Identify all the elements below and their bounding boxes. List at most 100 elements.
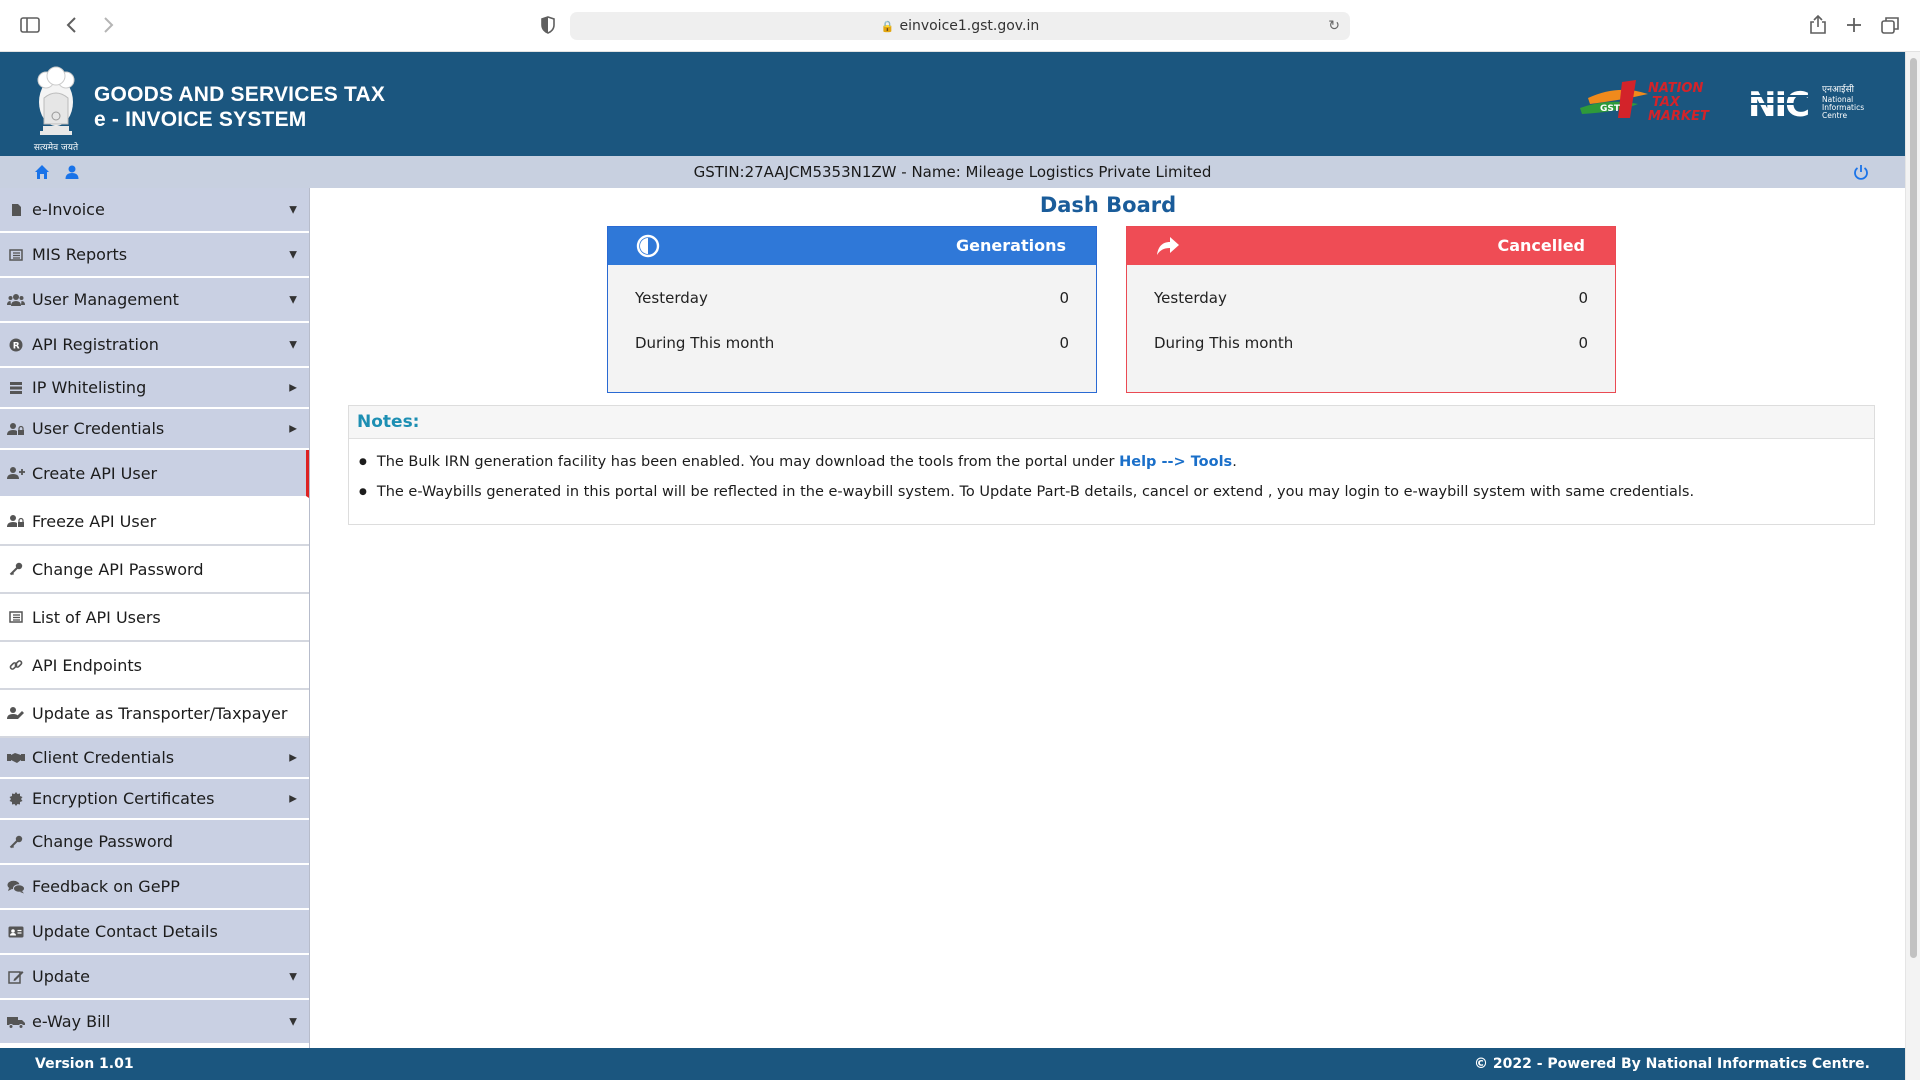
- reload-icon[interactable]: ↻: [1328, 12, 1340, 40]
- sidebar-item-freeze-api-user[interactable]: Freeze API User: [0, 498, 309, 546]
- dashboard-main: Dash Board Generations Yesterday 0 Durin…: [311, 188, 1905, 1048]
- handshake-icon: [6, 750, 26, 766]
- key-icon: [6, 561, 26, 577]
- link-icon: [6, 657, 26, 673]
- sidebar-item-label: Update: [32, 967, 90, 986]
- sidebar-item-update-as-transporter-taxpayer[interactable]: Update as Transporter/Taxpayer: [0, 690, 309, 738]
- tab-overview-icon[interactable]: [1878, 14, 1902, 38]
- server-icon: [6, 380, 26, 396]
- new-tab-icon[interactable]: [1842, 14, 1866, 38]
- sidebar-item-e-way-bill[interactable]: e-Way Bill ▼: [0, 1000, 309, 1045]
- generations-yesterday-value: 0: [1059, 289, 1069, 307]
- caret-down-icon: ▼: [289, 294, 297, 305]
- certificate-icon: [6, 791, 26, 807]
- scrollbar-thumb[interactable]: [1910, 58, 1917, 958]
- sidebar-item-api-registration[interactable]: R API Registration ▼: [0, 323, 309, 368]
- sidebar-item-label: e-Way Bill: [32, 1012, 111, 1031]
- user-lock-icon: [6, 421, 26, 437]
- cancelled-month-value: 0: [1578, 334, 1588, 352]
- privacy-shield-icon[interactable]: [536, 14, 560, 38]
- truck-icon: [6, 1014, 26, 1030]
- page-scrollbar[interactable]: [1905, 52, 1920, 1080]
- site-footer: Version 1.01 © 2022 - Powered By Nationa…: [0, 1048, 1905, 1080]
- user-lock-icon: [6, 513, 26, 529]
- notes-panel: Notes: The Bulk IRN generation facility …: [348, 405, 1875, 525]
- gstin-label: GSTIN:27AAJCM5353N1ZW - Name: Mileage Lo…: [693, 163, 1212, 181]
- sidebar-item-mis-reports[interactable]: MIS Reports ▼: [0, 233, 309, 278]
- forward-icon[interactable]: [96, 14, 120, 38]
- sidebar-item-change-password[interactable]: Change Password: [0, 820, 309, 865]
- generations-title: Generations: [956, 236, 1066, 255]
- share-icon[interactable]: [1806, 14, 1830, 38]
- site-header: सत्यमेव जयते GOODS AND SERVICES TAX e - …: [0, 52, 1905, 156]
- svg-text:NATION: NATION: [1648, 81, 1703, 96]
- sidebar-item-label: IP Whitelisting: [32, 378, 147, 397]
- cancelled-yesterday-value: 0: [1578, 289, 1588, 307]
- nic-logo: NIC एनआईसी National Informatics Centre: [1748, 82, 1868, 125]
- sidebar-item-label: MIS Reports: [32, 245, 128, 264]
- sidebar-item-label: List of API Users: [32, 607, 161, 627]
- generations-month-label: During This month: [635, 334, 775, 352]
- sidebar-item-label: Change API Password: [32, 559, 204, 579]
- sidebar-item-ip-whitelisting[interactable]: IP Whitelisting ▶: [0, 368, 309, 409]
- cancelled-card: Cancelled Yesterday 0 During This month …: [1126, 226, 1616, 393]
- caret-down-icon: ▼: [289, 339, 297, 350]
- id-card-icon: [6, 924, 26, 940]
- generations-month-row: During This month 0: [635, 334, 1069, 352]
- comments-icon: [6, 879, 26, 895]
- one-nation-one-tax-logo: GST NATION TAX MARKET: [1578, 78, 1734, 124]
- cancelled-month-label: During This month: [1154, 334, 1294, 352]
- key-icon: [6, 834, 26, 850]
- cancelled-yesterday-label: Yesterday: [1154, 289, 1227, 307]
- address-bar[interactable]: 🔒 einvoice1.gst.gov.in ↻: [570, 12, 1350, 40]
- sidebar-item-label: Encryption Certificates: [32, 789, 215, 808]
- file-icon: [6, 202, 26, 218]
- sidebar-item-user-management[interactable]: User Management ▼: [0, 278, 309, 323]
- generations-yesterday-row: Yesterday 0: [635, 289, 1069, 307]
- note1-text: The Bulk IRN generation facility has bee…: [376, 454, 1120, 470]
- svg-text:TAX: TAX: [1652, 95, 1681, 110]
- sidebar-item-encryption-certificates[interactable]: Encryption Certificates ▶: [0, 779, 309, 820]
- sidebar-item-feedback-on-gepp[interactable]: Feedback on GePP: [0, 865, 309, 910]
- sidebar-item-label: User Management: [32, 290, 179, 309]
- cancelled-month-row: During This month 0: [1154, 334, 1588, 352]
- url-text: einvoice1.gst.gov.in: [899, 18, 1040, 34]
- user-edit-icon: [6, 705, 26, 721]
- note2-text: The e-Waybills generated in this portal …: [376, 484, 1695, 500]
- list-icon: [6, 247, 26, 263]
- sidebar-item-e-invoice[interactable]: e-Invoice ▼: [0, 188, 309, 233]
- sidebar-item-user-credentials[interactable]: User Credentials ▶: [0, 409, 309, 450]
- user-info-bar: GSTIN:27AAJCM5353N1ZW - Name: Mileage Lo…: [0, 156, 1905, 188]
- caret-down-icon: ▼: [289, 971, 297, 982]
- sidebar-item-label: e-Invoice: [32, 200, 105, 219]
- svg-text:R: R: [13, 341, 20, 351]
- sidebar-item-change-api-password[interactable]: Change API Password: [0, 546, 309, 594]
- logout-power-icon[interactable]: [1853, 164, 1869, 180]
- sidebar-item-update-contact-details[interactable]: Update Contact Details: [0, 910, 309, 955]
- caret-right-icon: ▶: [289, 752, 297, 763]
- generations-card: Generations Yesterday 0 During This mont…: [607, 226, 1097, 393]
- note1-end: .: [1232, 454, 1237, 470]
- help-tools-link[interactable]: Help --> Tools: [1119, 454, 1232, 470]
- site-title-line2: e - INVOICE SYSTEM: [94, 108, 307, 131]
- cancelled-yesterday-row: Yesterday 0: [1154, 289, 1588, 307]
- sidebar-item-api-endpoints[interactable]: API Endpoints: [0, 642, 309, 690]
- sidebar-item-client-credentials[interactable]: Client Credentials ▶: [0, 738, 309, 779]
- back-icon[interactable]: [60, 14, 84, 38]
- note-item: The e-Waybills generated in this portal …: [359, 477, 1874, 507]
- sidebar-item-label: API Endpoints: [32, 655, 142, 675]
- copyright-label: © 2022 - Powered By National Informatics…: [1474, 1056, 1870, 1072]
- browser-toolbar: 🔒 einvoice1.gst.gov.in ↻: [0, 0, 1920, 52]
- site-title: GOODS AND SERVICES TAX e - INVOICE SYSTE…: [94, 82, 385, 132]
- sidebar-item-label: Update as Transporter/Taxpayer: [32, 703, 288, 723]
- list-icon: [6, 609, 26, 625]
- version-label: Version 1.01: [35, 1056, 134, 1072]
- generations-yesterday-label: Yesterday: [635, 289, 708, 307]
- sidebar-item-update[interactable]: Update ▼: [0, 955, 309, 1000]
- sidebar-item-label: Freeze API User: [32, 511, 157, 531]
- sidebar-toggle-icon[interactable]: [18, 14, 42, 38]
- sidebar-item-label: Update Contact Details: [32, 922, 218, 941]
- sidebar-item-list-of-api-users[interactable]: List of API Users: [0, 594, 309, 642]
- svg-text:MARKET: MARKET: [1648, 109, 1710, 124]
- sidebar-item-create-api-user[interactable]: Create API User: [0, 450, 309, 498]
